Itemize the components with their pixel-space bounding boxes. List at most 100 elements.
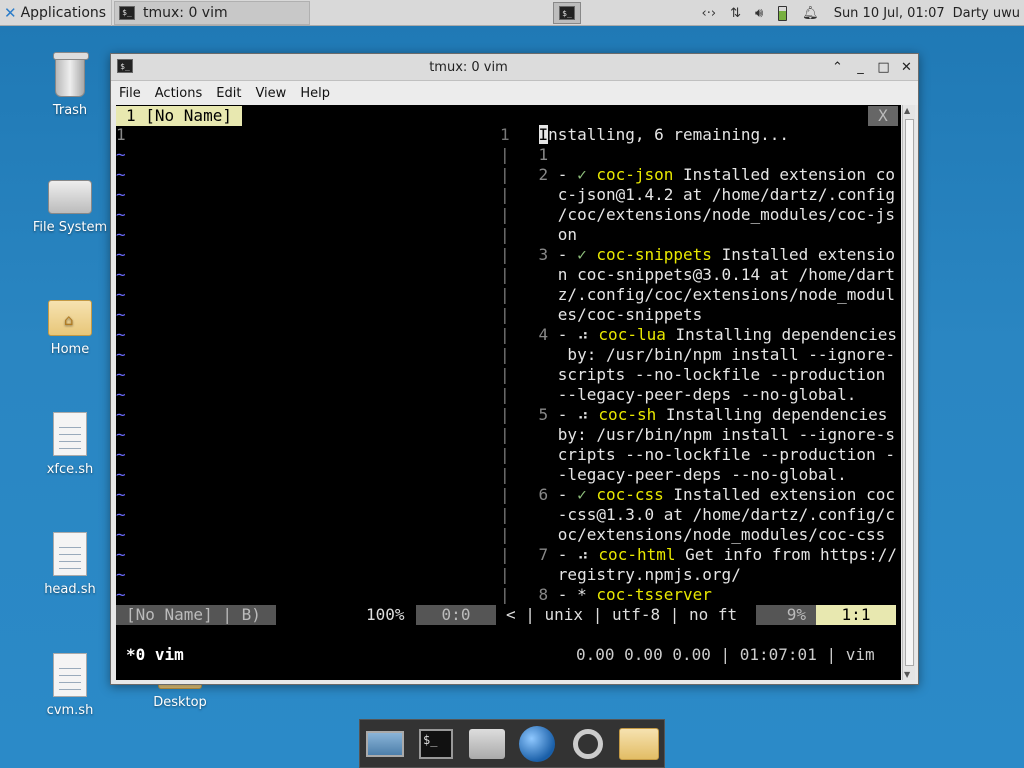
line-text: by: /usr/bin/npm install --ignore-s [557, 425, 895, 444]
applications-menu-button[interactable]: ✕ Applications [0, 0, 112, 26]
menu-file[interactable]: File [119, 86, 141, 101]
desktop-icon-trash[interactable]: Trash [15, 52, 125, 118]
menu-actions[interactable]: Actions [155, 86, 203, 101]
vim-right-line: | 6 - ✓ coc-css Installed extension coc [500, 485, 895, 505]
dock-app-finder[interactable] [567, 723, 609, 765]
pane-separator: | [500, 165, 520, 184]
workspace-switcher[interactable]: $_ [553, 2, 581, 24]
vim-left-line: ~ [116, 325, 126, 344]
vim-right-line: | z/.config/coc/extensions/node_modul [500, 285, 895, 305]
clock[interactable]: Sun 10 Jul, 01:07 [834, 6, 945, 21]
pane-separator: | [500, 265, 520, 284]
dock-terminal[interactable]: $_ [415, 723, 457, 765]
terminal-icon: $_ [119, 5, 135, 20]
close-window-icon[interactable]: ✕ [895, 60, 918, 75]
menubar: File Actions Edit View Help [111, 81, 918, 105]
volume-icon[interactable]: 🔊︎ [755, 6, 763, 21]
line-number [519, 385, 558, 404]
pane-separator: | [500, 445, 520, 464]
pane-separator: | [500, 505, 520, 524]
menu-edit[interactable]: Edit [216, 86, 241, 101]
line-number [519, 525, 558, 544]
pane-separator: | [500, 185, 520, 204]
line-text: by: /usr/bin/npm install --ignore- [557, 345, 895, 364]
dock-file-manager[interactable] [466, 723, 508, 765]
status-right-position: 1:1 [816, 605, 896, 625]
window-title: tmux: 0 vim [429, 59, 508, 75]
user-menu[interactable]: Darty uwu [953, 6, 1020, 21]
vim-left-line: ~ [116, 145, 126, 164]
vim-left-line: ~ [116, 165, 126, 184]
desktop-icon-label: cvm.sh [46, 703, 94, 718]
vim-tab-close[interactable]: X [868, 106, 898, 126]
pane-separator: | [500, 205, 520, 224]
line-text: oc/extensions/node_modules/coc-css [557, 525, 886, 544]
line-text: --legacy-peer-deps --no-global. [557, 385, 857, 404]
vim-right-line: | -css@1.3.0 at /home/dartz/.config/c [500, 505, 895, 525]
desktop-icon-head-sh[interactable]: head.sh [15, 532, 125, 597]
vim-left-line: ~ [116, 545, 126, 564]
scroll-up-icon[interactable]: ▲ [904, 106, 910, 115]
vim-right-line: 1 Installing, 6 remaining... [500, 125, 789, 145]
line-number [519, 345, 558, 364]
pane-separator: | [500, 345, 520, 364]
line-text: coc-css [596, 485, 664, 504]
vim-left-line: ~ [116, 445, 126, 464]
line-number [519, 465, 558, 484]
notification-bell-icon[interactable]: 🔔︎ [802, 6, 819, 21]
vim-right-line: | 5 - ⠴ coc-sh Installing dependencies [500, 405, 887, 425]
window-titlebar[interactable]: $_ tmux: 0 vim ⌃ _ □ ✕ [111, 54, 918, 81]
desktop-icon-home[interactable]: ⌂ Home [15, 300, 125, 357]
line-text: registry.npmjs.org/ [557, 565, 741, 584]
dock-web-browser[interactable] [516, 723, 558, 765]
network-icon[interactable]: ‹·› [702, 6, 717, 21]
line-text: Installed extension co [673, 165, 895, 184]
line-text: Installing dependencies [665, 325, 898, 344]
battery-icon[interactable] [778, 5, 788, 21]
line-text: coc-tsserver [596, 585, 712, 604]
vim-right-line: | -legacy-peer-deps --no-global. [500, 465, 847, 485]
tmux-window-label[interactable]: *0 vim [126, 645, 184, 665]
menu-view[interactable]: View [255, 86, 286, 101]
desktop-icon-cvm-sh[interactable]: cvm.sh [15, 653, 125, 718]
pane-separator: | [500, 465, 520, 484]
vim-right-line: | scripts --no-lockfile --production [500, 365, 895, 385]
menu-help[interactable]: Help [300, 86, 330, 101]
desktop-icon-file-system[interactable]: File System [15, 180, 125, 235]
pane-separator: | [500, 325, 520, 344]
vim-right-line: | 3 - ✓ coc-snippets Installed extensio [500, 245, 895, 265]
line-text: -legacy-peer-deps --no-global. [557, 465, 847, 484]
dock-folder[interactable] [618, 723, 660, 765]
desktop-icon-xfce-sh[interactable]: xfce.sh [15, 412, 125, 477]
vim-left-line: 1 [116, 125, 126, 144]
shade-window-icon[interactable]: ⌃ [826, 60, 849, 75]
minimize-window-icon[interactable]: _ [849, 60, 872, 75]
transfer-arrows-icon[interactable]: ⇅ [730, 6, 741, 21]
vim-tab-label[interactable]: 1 [No Name] [116, 106, 242, 126]
pane-separator: | [500, 245, 520, 264]
vim-left-line: ~ [116, 525, 126, 544]
line-number [519, 445, 558, 464]
line-text: Installed extensio [711, 245, 895, 264]
line-number: 7 [519, 545, 558, 564]
terminal-area[interactable]: 1 [No Name] X 1 ~ ~ ~ ~ ~ ~ ~ ~ ~ ~ ~ ~ ~ ~ ~ ~ ~ ~ ~ ~ ~ ~ ~ 1… [116, 105, 901, 680]
pane-separator: | [500, 225, 520, 244]
taskbar-window-button[interactable]: $_ tmux: 0 vim [114, 0, 310, 25]
line-text: coc-html [598, 545, 676, 564]
line-text: - [557, 485, 578, 504]
line-text: /coc/extensions/node_modules/coc-js [557, 205, 895, 224]
scroll-down-icon[interactable]: ▼ [904, 670, 910, 679]
vim-right-line: | /coc/extensions/node_modules/coc-js [500, 205, 895, 225]
line-number [519, 185, 558, 204]
line-number [519, 225, 558, 244]
pane-separator: | [500, 565, 520, 584]
line-text: - * [557, 585, 597, 604]
xfce-logo-icon: ✕ [4, 3, 17, 22]
line-text: Installing, 6 remaining... [538, 125, 789, 144]
scrollbar-thumb[interactable] [905, 119, 914, 666]
terminal-scrollbar[interactable]: ▲ ▼ [902, 105, 915, 680]
dock-show-desktop[interactable] [364, 723, 406, 765]
line-text: - ⠴ [557, 325, 599, 344]
line-number: 5 [519, 405, 558, 424]
maximize-window-icon[interactable]: □ [872, 60, 895, 75]
